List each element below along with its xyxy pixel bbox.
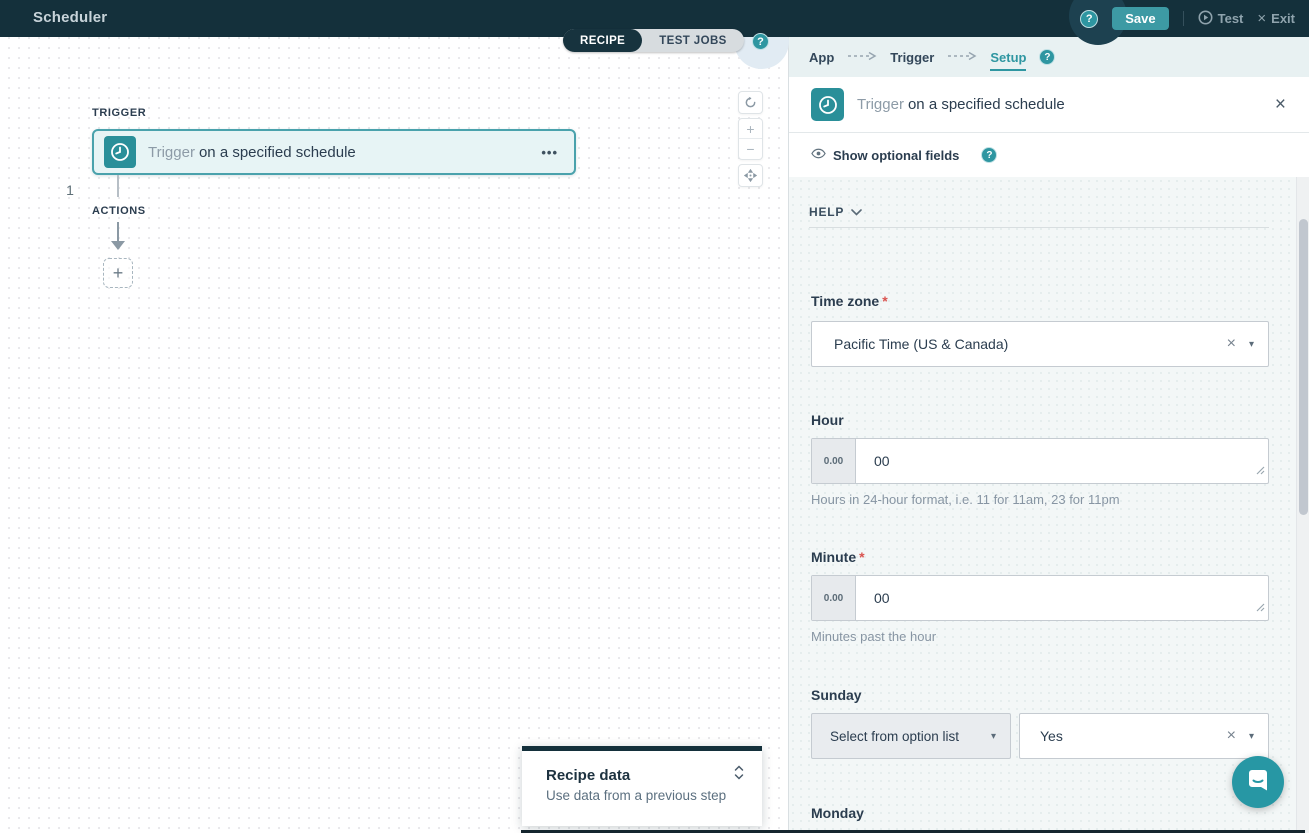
panel-title-prefix: Trigger [857, 96, 904, 113]
panel-title-row: Triggeron a specified schedule × [789, 77, 1309, 133]
resize-grip-icon[interactable] [1256, 599, 1265, 617]
top-bar-actions: ? Save Test × Exit [1080, 0, 1295, 37]
reset-icon [744, 96, 757, 109]
data-type-badge: 0.00 [812, 576, 856, 620]
play-circle-icon [1198, 10, 1213, 28]
chat-launcher-button[interactable] [1232, 756, 1284, 808]
minute-input[interactable]: 0.00 00 [811, 575, 1269, 621]
flow-arrow-head [111, 241, 125, 250]
breadcrumb: App Trigger Setup ? [789, 37, 1309, 77]
expand-collapse-icon[interactable] [734, 765, 744, 785]
close-panel-icon[interactable]: × [1275, 95, 1286, 114]
minute-label: Minute* [811, 549, 865, 565]
show-optional-label: Show optional fields [833, 148, 959, 163]
page-title: Scheduler [33, 9, 107, 26]
breadcrumb-setup[interactable]: Setup [990, 50, 1026, 71]
canvas-reset-zoom-button[interactable] [738, 91, 763, 114]
fit-screen-icon [744, 169, 757, 182]
sunday-value-select[interactable]: Yes × ▾ [1019, 713, 1269, 759]
panel-title: Triggeron a specified schedule [857, 96, 1065, 113]
timezone-label: Time zone* [811, 293, 888, 309]
top-bar-divider [1183, 11, 1184, 26]
timezone-value: Pacific Time (US & Canada) [834, 336, 1008, 352]
help-icon[interactable]: ? [1080, 10, 1098, 28]
scheduler-app: Scheduler ? Save Test × Exit RECIPE TEST… [0, 0, 1309, 833]
dashed-arrow-icon [847, 48, 877, 66]
clear-icon[interactable]: × [1227, 336, 1236, 352]
hour-label: Hour [811, 412, 844, 428]
dashed-arrow-icon [947, 48, 977, 66]
step-title-rest: on a specified schedule [199, 144, 356, 161]
help-label: HELP [809, 205, 844, 219]
zoom-in-button[interactable]: + [739, 119, 762, 139]
panel-scrollbar-thumb[interactable] [1299, 219, 1308, 515]
chevron-down-icon[interactable]: ▾ [1249, 339, 1254, 350]
hour-hint: Hours in 24-hour format, i.e. 11 for 11a… [811, 492, 1120, 507]
actions-section-label: ACTIONS [92, 205, 146, 217]
flow-arrow-line [117, 222, 119, 242]
sunday-mode-select[interactable]: Select from option list ▾ [811, 713, 1011, 759]
chevron-down-icon: ▾ [991, 731, 996, 742]
monday-label: Monday [811, 805, 864, 821]
resize-grip-icon[interactable] [1256, 462, 1265, 480]
help-section-toggle[interactable]: HELP [809, 203, 862, 221]
breadcrumb-app[interactable]: App [809, 50, 834, 65]
required-mark: * [882, 293, 887, 309]
timezone-select[interactable]: Pacific Time (US & Canada) × ▾ [811, 321, 1269, 367]
clear-icon[interactable]: × [1227, 728, 1236, 744]
required-mark: * [859, 549, 864, 565]
view-toggle: RECIPE TEST JOBS [563, 29, 744, 52]
step-number: 1 [60, 182, 80, 198]
clock-icon [104, 136, 136, 168]
minute-hint: Minutes past the hour [811, 629, 936, 644]
recipe-data-panel[interactable]: Recipe data Use data from a previous ste… [522, 746, 762, 826]
canvas-fit-button[interactable] [738, 164, 763, 187]
exit-button[interactable]: × Exit [1257, 10, 1295, 27]
eye-icon [811, 146, 826, 164]
chevron-down-icon [851, 203, 862, 221]
test-label: Test [1218, 11, 1244, 26]
zoom-out-button[interactable]: − [739, 139, 762, 159]
sunday-value: Yes [1040, 728, 1063, 744]
trigger-section-label: TRIGGER [92, 107, 146, 119]
recipe-data-title: Recipe data [546, 767, 630, 784]
data-type-badge: 0.00 [812, 439, 856, 483]
clock-icon [811, 88, 844, 121]
canvas-zoom-controls: + − [738, 118, 763, 160]
breadcrumb-trigger[interactable]: Trigger [890, 50, 934, 65]
save-button[interactable]: Save [1112, 7, 1168, 30]
section-divider [809, 227, 1269, 228]
add-action-button[interactable]: + [103, 258, 133, 288]
trigger-config-panel: App Trigger Setup ? Triggeron a specifie… [788, 37, 1309, 833]
tab-test-jobs[interactable]: TEST JOBS [642, 29, 744, 52]
trigger-setup-form: HELP Time zone* Pacific Time (US & Canad… [789, 177, 1309, 833]
test-button[interactable]: Test [1198, 10, 1244, 28]
panel-title-rest: on a specified schedule [908, 96, 1065, 113]
optional-fields-row: Show optional fields ? [789, 133, 1309, 177]
step-more-menu[interactable]: ••• [541, 145, 558, 160]
trigger-step-card[interactable]: Triggeron a specified schedule ••• [92, 129, 576, 175]
tab-recipe[interactable]: RECIPE [563, 29, 642, 52]
step-title-prefix: Trigger [148, 144, 195, 161]
hour-input[interactable]: 0.00 00 [811, 438, 1269, 484]
show-optional-fields-button[interactable]: Show optional fields [811, 146, 959, 164]
recipe-help-icon[interactable]: ? [752, 33, 769, 50]
setup-help-icon[interactable]: ? [1039, 49, 1055, 65]
chat-bubble-icon [1245, 767, 1271, 798]
exit-label: Exit [1271, 11, 1295, 26]
chevron-down-icon[interactable]: ▾ [1249, 731, 1254, 742]
hour-value: 00 [874, 453, 890, 469]
recipe-data-subtitle: Use data from a previous step [546, 788, 762, 803]
close-icon: × [1257, 10, 1266, 27]
sunday-label: Sunday [811, 687, 862, 703]
step-connector-line [117, 175, 119, 197]
step-title: Triggeron a specified schedule [148, 144, 356, 161]
minute-value: 00 [874, 590, 890, 606]
sunday-mode-value: Select from option list [830, 729, 959, 744]
recipe-canvas[interactable]: TRIGGER 1 Triggeron a specified schedule… [0, 37, 788, 833]
panel-scrollbar-track[interactable] [1296, 177, 1309, 833]
optional-help-icon[interactable]: ? [981, 147, 997, 163]
